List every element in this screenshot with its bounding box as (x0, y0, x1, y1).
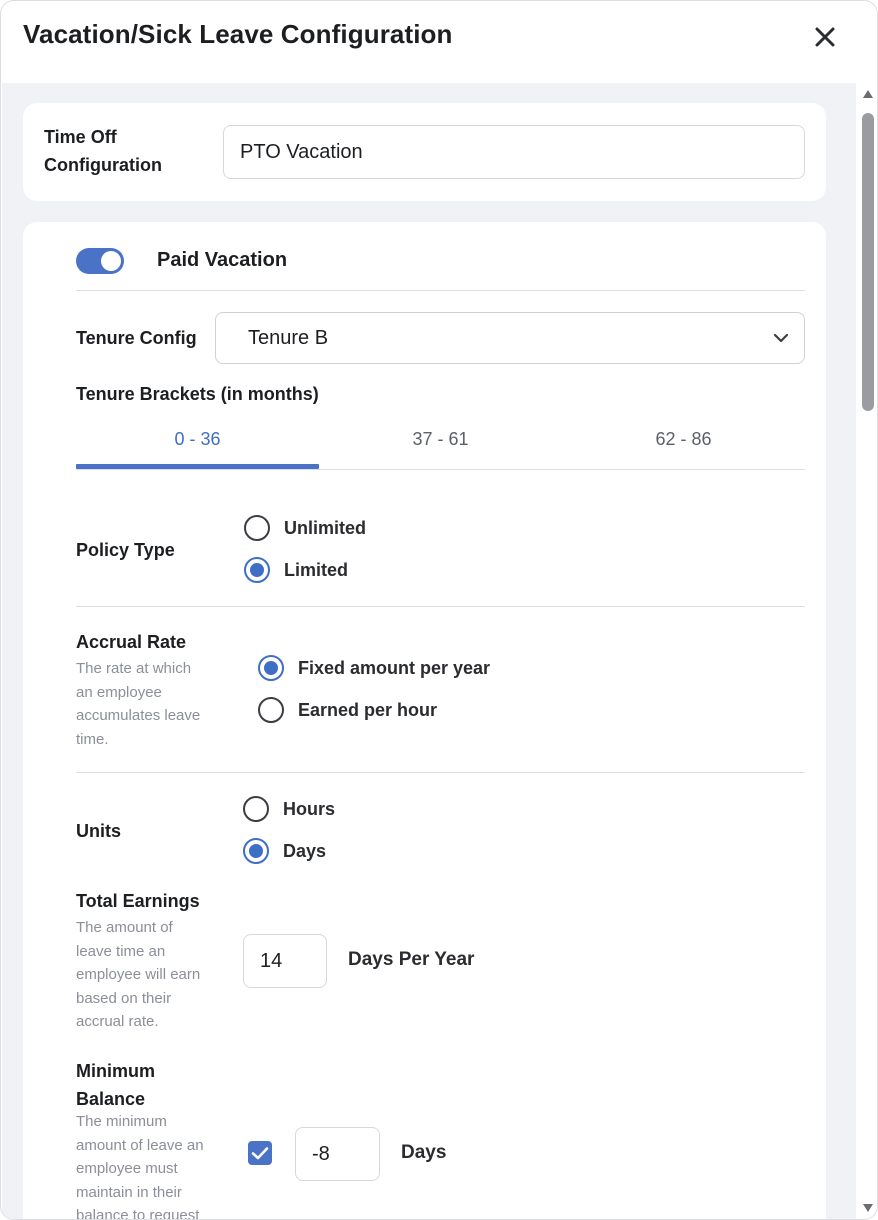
radio-unlimited[interactable]: Unlimited (244, 515, 366, 541)
dialog-header: Vacation/Sick Leave Configuration (1, 1, 877, 83)
radio-hours[interactable]: Hours (243, 796, 335, 822)
label-line: Balance (76, 1089, 146, 1109)
radio-circle (258, 655, 284, 681)
tenure-config-select[interactable]: Tenure B (215, 312, 805, 364)
paid-vacation-toggle[interactable] (76, 248, 124, 274)
desc-line: amount of leave an (76, 1136, 204, 1154)
leave-config-dialog: Vacation/Sick Leave Configuration Time O… (0, 0, 878, 1220)
radio-circle (243, 838, 269, 864)
paid-vacation-label: Paid Vacation (157, 249, 288, 271)
radio-circle (258, 697, 284, 723)
radio-label: Days (283, 840, 327, 861)
radio-days[interactable]: Days (243, 838, 326, 864)
desc-line: balance to request (76, 1207, 200, 1220)
vertical-scrollbar[interactable] (857, 83, 877, 1219)
desc-line: employee must (76, 1160, 178, 1177)
vacation-card: Paid Vacation Tenure Config Tenure B Ten… (23, 222, 826, 1220)
total-earnings-value: 14 (260, 949, 283, 972)
scroll-thumb[interactable] (862, 113, 874, 411)
radio-label: Fixed amount per year (298, 657, 491, 678)
radio-circle (243, 796, 269, 822)
close-icon (815, 27, 835, 47)
accrual-rate-label: Accrual Rate (76, 632, 187, 652)
desc-line: accrual rate. (76, 1013, 159, 1030)
desc-line: employee will earn (76, 966, 201, 983)
time-off-value: PTO Vacation (240, 140, 363, 163)
time-off-card: Time Off Configuration PTO Vacation (23, 103, 826, 201)
desc-line: accumulates leave (76, 707, 201, 724)
desc-line: time. (76, 730, 109, 748)
minimum-balance-suffix: Days (401, 1142, 447, 1163)
desc-line: leave time an (76, 942, 166, 960)
tenure-config-label: Tenure Config (76, 328, 197, 348)
label-line: Minimum (76, 1061, 155, 1081)
radio-earned-per-hour[interactable]: Earned per hour (258, 697, 437, 723)
tab-bracket-0-36[interactable]: 0 - 36 (76, 429, 319, 450)
minimum-balance-checkbox[interactable] (248, 1141, 272, 1165)
desc-line: maintain in their (76, 1183, 182, 1201)
radio-label: Limited (284, 559, 349, 580)
tenure-config-value: Tenure B (248, 326, 329, 349)
minimum-balance-label: Minimum Balance (76, 1057, 155, 1113)
divider (76, 290, 805, 291)
toggle-knob (101, 251, 121, 271)
checkmark-icon (251, 1147, 269, 1160)
desc-line: The rate at which (76, 660, 192, 677)
policy-type-label: Policy Type (76, 540, 175, 560)
minimum-balance-description: The minimum amount of leave an employee … (76, 1110, 236, 1220)
divider (76, 772, 805, 773)
radio-label: Earned per hour (298, 699, 438, 720)
desc-line: based on their (76, 989, 172, 1007)
radio-limited[interactable]: Limited (244, 557, 348, 583)
divider (76, 606, 805, 607)
dialog-title: Vacation/Sick Leave Configuration (23, 19, 453, 49)
time-off-label: Time Off Configuration (44, 127, 162, 175)
minimum-balance-value: -8 (312, 1142, 330, 1165)
desc-line: The minimum (76, 1113, 167, 1130)
tab-bracket-62-86[interactable]: 62 - 86 (562, 429, 805, 450)
dialog-body: Time Off Configuration PTO Vacation Paid… (2, 83, 856, 1220)
scroll-down-arrow-icon[interactable] (862, 1203, 874, 1213)
total-earnings-description: The amount of leave time an employee wil… (76, 916, 236, 1034)
minimum-balance-input[interactable]: -8 (295, 1127, 380, 1181)
tab-bracket-37-61[interactable]: 37 - 61 (319, 429, 562, 450)
units-label: Units (76, 821, 121, 841)
chevron-down-icon (773, 333, 789, 343)
radio-circle (244, 557, 270, 583)
desc-line: an employee (76, 683, 162, 701)
scroll-up-arrow-icon[interactable] (862, 89, 874, 99)
tenure-brackets-label: Tenure Brackets (in months) (76, 384, 319, 404)
desc-line: The amount of (76, 919, 173, 936)
accrual-rate-description: The rate at which an employee accumulate… (76, 657, 236, 751)
close-button[interactable] (809, 21, 841, 53)
radio-label: Hours (283, 798, 336, 819)
total-earnings-label: Total Earnings (76, 891, 200, 911)
time-off-input[interactable]: PTO Vacation (223, 125, 805, 179)
radio-label: Unlimited (284, 517, 367, 538)
radio-fixed-amount[interactable]: Fixed amount per year (258, 655, 490, 681)
radio-circle (244, 515, 270, 541)
total-earnings-suffix: Days Per Year (348, 949, 475, 970)
tabs-divider (76, 469, 805, 470)
total-earnings-input[interactable]: 14 (243, 934, 327, 988)
